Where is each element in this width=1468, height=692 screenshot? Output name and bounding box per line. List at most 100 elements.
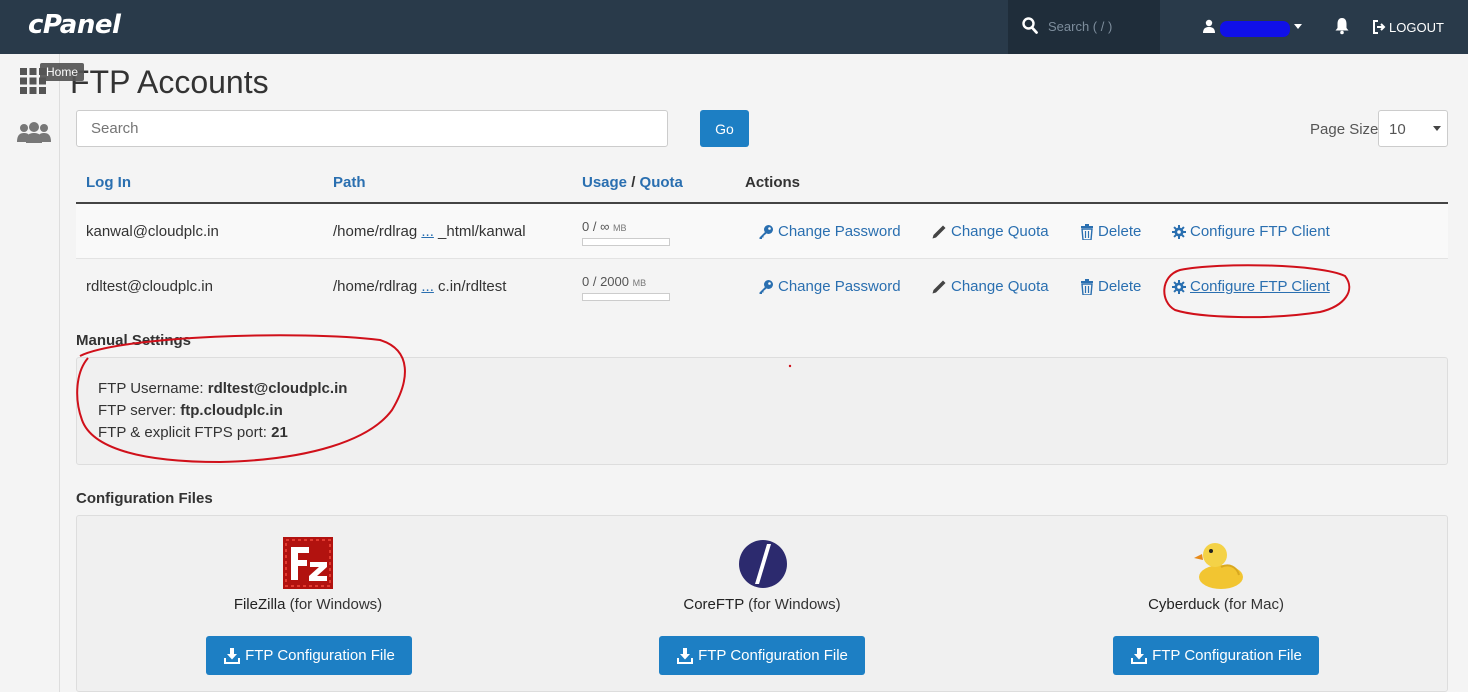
change-password-label: Change Password [778,278,901,295]
user-menu[interactable] [1198,17,1308,37]
logout-icon [1373,20,1386,34]
row-login: kanwal@cloudplc.in [86,223,219,240]
coreftp-client-name: CoreFTP (for Windows) [632,596,892,613]
delete-link[interactable]: Delete [1080,278,1141,295]
chevron-down-icon [1433,126,1441,131]
top-bar: cPanel Search ( / ) LOGOUT [0,0,1468,54]
page-title: FTP Accounts [70,64,269,100]
configure-ftp-client-label: Configure FTP Client [1190,223,1330,240]
ftp-username-line: FTP Username: rdltest@cloudplc.in [98,380,347,397]
filezilla-download-button[interactable]: FTP Configuration File [206,636,412,675]
path-expand-link[interactable]: ... [421,223,434,240]
row-usage-unit: MB [632,278,647,288]
go-button[interactable]: Go [700,110,749,147]
filezilla-icon [283,537,333,589]
coreftp-platform: (for Windows) [743,596,841,613]
change-password-link[interactable]: Change Password [758,278,901,295]
configuration-files-heading: Configuration Files [76,490,213,507]
pencil-icon [932,280,946,293]
row-usage-value: 0 / ∞ [582,219,610,234]
row-usage: 0 / 2000 MB [582,274,646,289]
pencil-icon [932,225,946,238]
trash-icon [1081,278,1093,295]
ftp-port-value: 21 [271,424,288,441]
change-password-link[interactable]: Change Password [758,223,901,240]
configure-ftp-client-link[interactable]: Configure FTP Client [1172,223,1330,240]
change-quota-link[interactable]: Change Quota [931,223,1049,240]
row-path-start: /home/rdlrag [333,278,422,295]
filezilla-label: FileZilla [233,596,286,613]
trash-icon [1081,223,1093,240]
row-login: rdltest@cloudplc.in [86,278,213,295]
column-header-usage-quota: Usage / Quota [582,174,683,191]
page-size-value: 10 [1389,121,1406,138]
row-path-end: _html/kanwal [433,223,526,240]
users-icon[interactable] [16,120,52,144]
search-input[interactable] [76,110,668,147]
row-path: /home/rdlrag ... c.in/rdltest [333,278,506,295]
gear-icon [1172,279,1186,294]
cyberduck-client-name: Cyberduck (for Mac) [1086,596,1346,613]
search-icon [1022,17,1038,34]
row-path: /home/rdlrag ... _html/kanwal [333,223,526,240]
download-icon [1131,647,1148,664]
coreftp-icon [739,540,787,588]
filezilla-download-label: FTP Configuration File [245,647,395,664]
user-icon [1203,19,1215,33]
cyberduck-platform: (for Mac) [1219,596,1284,613]
filezilla-platform: (for Windows) [285,596,383,613]
cyberduck-download-label: FTP Configuration File [1152,647,1302,664]
ftp-username-label: FTP Username: [98,380,208,397]
row-path-end: c.in/rdltest [433,278,507,295]
configure-ftp-client-label: Configure FTP Client [1190,278,1330,295]
key-icon [759,224,773,239]
chevron-down-icon [1294,24,1302,29]
coreftp-download-label: FTP Configuration File [698,647,848,664]
change-password-label: Change Password [778,223,901,240]
row-path-start: /home/rdlrag [333,223,422,240]
coreftp-download-button[interactable]: FTP Configuration File [659,636,865,675]
logout-label: LOGOUT [1389,19,1444,35]
column-header-path[interactable]: Path [333,174,366,191]
key-icon [759,279,773,294]
download-icon [224,647,241,664]
ftp-username-value: rdltest@cloudplc.in [207,380,348,397]
configure-ftp-client-link[interactable]: Configure FTP Client [1172,278,1330,295]
cyberduck-download-button[interactable]: FTP Configuration File [1113,636,1319,675]
global-search-placeholder: Search ( / ) [1048,19,1113,34]
gear-icon [1172,224,1186,239]
path-expand-link[interactable]: ... [421,278,434,295]
delete-link[interactable]: Delete [1080,223,1141,240]
cyberduck-icon [1194,543,1243,589]
delete-label: Delete [1098,223,1142,240]
logout-button[interactable]: LOGOUT [1372,18,1444,36]
left-sidebar [0,54,60,692]
bell-icon[interactable] [1334,17,1350,35]
manual-settings-heading: Manual Settings [76,332,192,349]
row-usage: 0 / ∞ MB [582,219,626,234]
row-usage-value: 0 / 2000 [582,274,629,289]
global-search[interactable]: Search ( / ) [1008,0,1160,54]
delete-label: Delete [1098,278,1142,295]
cpanel-logo[interactable]: cPanel [28,10,121,40]
usage-progress-bar [582,238,670,246]
column-header-actions: Actions [745,174,801,191]
table-row: kanwal@cloudplc.in /home/rdlrag ... _htm… [76,204,1448,259]
page-size-label: Page Size [1310,121,1379,138]
cyberduck-label: Cyberduck [1148,596,1220,613]
ftp-server-value: ftp.cloudplc.in [180,402,283,419]
page-size-select[interactable]: 10 [1378,110,1448,147]
download-icon [677,647,694,664]
ftp-server-line: FTP server: ftp.cloudplc.in [98,402,283,419]
column-header-login[interactable]: Log In [86,174,131,191]
change-quota-label: Change Quota [951,278,1049,295]
column-header-quota[interactable]: Quota [640,174,683,191]
column-header-usage[interactable]: Usage [582,174,627,191]
ftp-server-label: FTP server: [98,402,181,419]
row-usage-unit: MB [612,223,627,233]
ftp-port-line: FTP & explicit FTPS port: 21 [98,424,288,441]
ftp-port-label: FTP & explicit FTPS port: [98,424,272,441]
header-separator: / [627,174,640,191]
username-redacted [1220,21,1290,37]
change-quota-link[interactable]: Change Quota [931,278,1049,295]
